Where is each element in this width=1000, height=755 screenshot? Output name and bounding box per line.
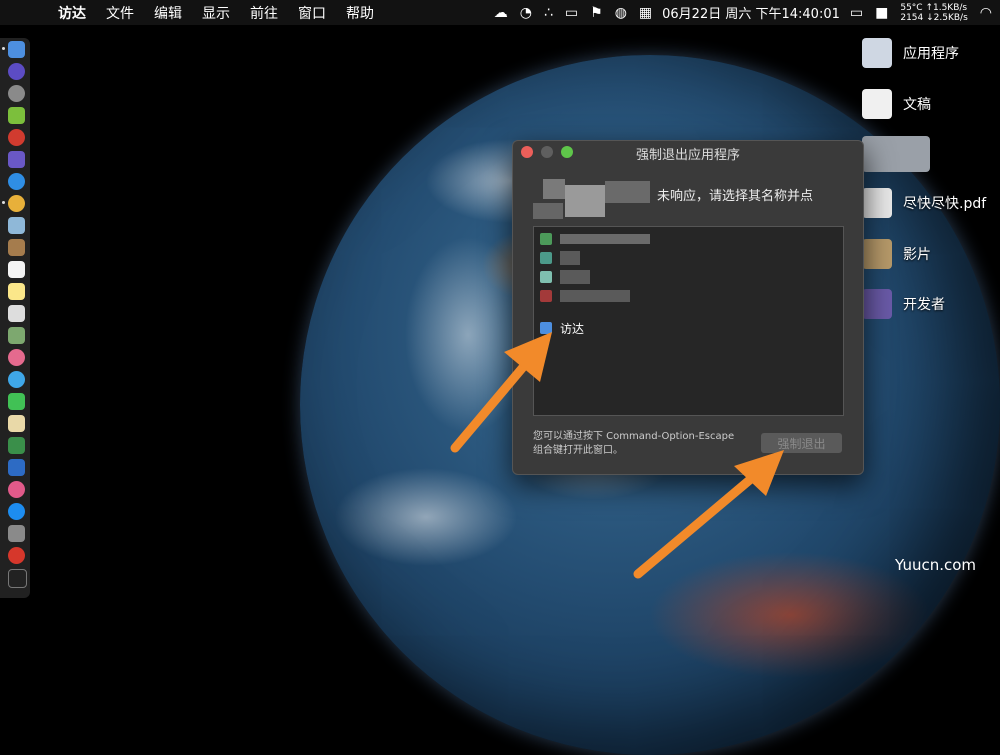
- launchpad-icon[interactable]: [8, 85, 25, 102]
- stats-line-2: 2154 ↓2.5KB/s: [900, 12, 968, 23]
- wifi-icon[interactable]: ◠: [980, 5, 992, 21]
- hint-line-2: 组合键打开此窗口。: [533, 445, 623, 456]
- keynote-icon[interactable]: [8, 459, 25, 476]
- ghost-icon[interactable]: ☁: [494, 5, 508, 21]
- dots-icon[interactable]: ∴: [544, 5, 553, 21]
- numbers-icon[interactable]: [8, 437, 25, 454]
- menu-clock[interactable]: 06月22日 周六 下午14:40:01: [662, 3, 840, 22]
- running-indicator: [2, 201, 5, 204]
- notes-icon[interactable]: [8, 283, 25, 300]
- finder-icon[interactable]: [8, 41, 25, 58]
- app-icon-red: [540, 290, 552, 302]
- menu-window[interactable]: 窗口: [298, 3, 326, 23]
- system-preferences-icon[interactable]: [8, 525, 25, 542]
- flag-icon[interactable]: ⚑: [590, 5, 603, 21]
- terminal-icon[interactable]: [8, 569, 27, 588]
- pages-icon[interactable]: [8, 415, 25, 432]
- facetime-icon[interactable]: [8, 393, 25, 410]
- siri-icon[interactable]: [8, 63, 25, 80]
- force-quit-button[interactable]: 强制退出: [761, 433, 842, 453]
- app-name: 访达: [560, 321, 585, 336]
- menu-file[interactable]: 文件: [106, 3, 134, 23]
- desktop-item-developer[interactable]: 开发者: [862, 289, 945, 319]
- gauge-icon[interactable]: ◔: [520, 5, 532, 21]
- pixelated-region: [533, 203, 563, 219]
- app-icon-green: [540, 233, 552, 245]
- app-icon-purple[interactable]: [8, 151, 25, 168]
- globe-icon[interactable]: ◍: [615, 5, 627, 21]
- blurred-icon: [862, 136, 930, 172]
- dock: [0, 38, 30, 598]
- pixelated-region: [543, 179, 565, 199]
- app-store-icon[interactable]: [8, 503, 25, 520]
- movies-icon: [862, 239, 892, 269]
- app-icon-cyan: [540, 271, 552, 283]
- chrome-icon[interactable]: [8, 195, 25, 212]
- applications-folder-icon: [862, 38, 892, 68]
- desktop-item-label: 影片: [903, 247, 931, 263]
- pixelated-region: [560, 234, 650, 244]
- list-item-finder[interactable]: 访达: [540, 319, 584, 337]
- music-icon[interactable]: [8, 481, 25, 498]
- menu-edit[interactable]: 编辑: [154, 3, 182, 23]
- desktop-item-label: 文稿: [903, 97, 931, 113]
- menu-app-name[interactable]: 访达: [58, 3, 86, 23]
- pixelated-region: [605, 181, 650, 203]
- developer-icon: [862, 289, 892, 319]
- safari-icon[interactable]: [8, 173, 25, 190]
- desktop-item-movies[interactable]: 影片: [862, 239, 931, 269]
- dialog-title: 强制退出应用程序: [635, 148, 740, 163]
- system-stats[interactable]: 55°C ↑1.5KB/s 2154 ↓2.5KB/s: [900, 3, 967, 23]
- maps-icon[interactable]: [8, 327, 25, 344]
- android-icon[interactable]: [8, 107, 25, 124]
- menu-bar: 访达 文件 编辑 显示 前往 窗口 帮助 ☁ ◔ ∴ ▭ ⚑ ◍ ▦ 06月22…: [0, 0, 1000, 25]
- menu-help[interactable]: 帮助: [346, 3, 374, 23]
- list-item[interactable]: [540, 249, 580, 267]
- desktop-item-label: 尽快尽快.pdf: [903, 196, 987, 212]
- bookmark-icon[interactable]: ■: [875, 5, 888, 21]
- menu-bar-extras: ☁ ◔ ∴ ▭ ⚑ ◍ ▦ 06月22日 周六 下午14:40:01 ▭ ■ 5…: [488, 0, 1000, 25]
- list-item[interactable]: [540, 287, 630, 305]
- desktop-item-label: 应用程序: [903, 46, 959, 62]
- app-list[interactable]: 访达: [533, 226, 844, 416]
- vivaldi-icon[interactable]: [8, 547, 25, 564]
- app-icon-red[interactable]: [8, 129, 25, 146]
- photos-icon[interactable]: [8, 349, 25, 366]
- desktop-item-blurred[interactable]: [862, 136, 941, 172]
- pixelated-region: [565, 185, 605, 217]
- preview-icon[interactable]: [8, 217, 25, 234]
- battery-icon[interactable]: ▭: [850, 5, 863, 21]
- desktop-item-pdf[interactable]: 尽快尽快.pdf: [862, 188, 986, 218]
- shortcut-hint: 您可以通过按下 Command-Option-Escape 组合键打开此窗口。: [533, 430, 734, 458]
- menu-go[interactable]: 前往: [250, 3, 278, 23]
- pdf-file-icon: [862, 188, 892, 218]
- reminders-icon[interactable]: [8, 305, 25, 322]
- pixelated-region: [560, 290, 630, 302]
- desktop-item-applications[interactable]: 应用程序: [862, 38, 959, 68]
- dialog-titlebar[interactable]: 强制退出应用程序: [513, 141, 863, 163]
- contacts-icon[interactable]: [8, 239, 25, 256]
- pixelated-region: [560, 251, 580, 265]
- menu-view[interactable]: 显示: [202, 3, 230, 23]
- cast-icon[interactable]: ▭: [565, 5, 578, 21]
- documents-icon: [862, 89, 892, 119]
- app-icon-teal: [540, 252, 552, 264]
- pixelated-region: [560, 270, 590, 284]
- hint-line-1: 您可以通过按下 Command-Option-Escape: [533, 431, 735, 442]
- stats-line-1: 55°C ↑1.5KB/s: [900, 2, 968, 13]
- running-indicator: [2, 47, 5, 50]
- desktop-item-documents[interactable]: 文稿: [862, 89, 931, 119]
- force-quit-dialog: 强制退出应用程序 未响应，请选择其名称并点 访达 您可以通过按下 Command…: [512, 140, 864, 475]
- list-item[interactable]: [540, 230, 650, 248]
- messages-icon[interactable]: [8, 371, 25, 388]
- finder-icon: [540, 322, 552, 334]
- calendar-dock-icon[interactable]: [8, 261, 25, 278]
- watermark: Yuucn.com: [895, 556, 977, 574]
- desktop-item-label: 开发者: [903, 297, 945, 313]
- list-item[interactable]: [540, 268, 590, 286]
- dialog-message: 未响应，请选择其名称并点: [657, 189, 814, 204]
- calendar-icon[interactable]: ▦: [639, 5, 652, 21]
